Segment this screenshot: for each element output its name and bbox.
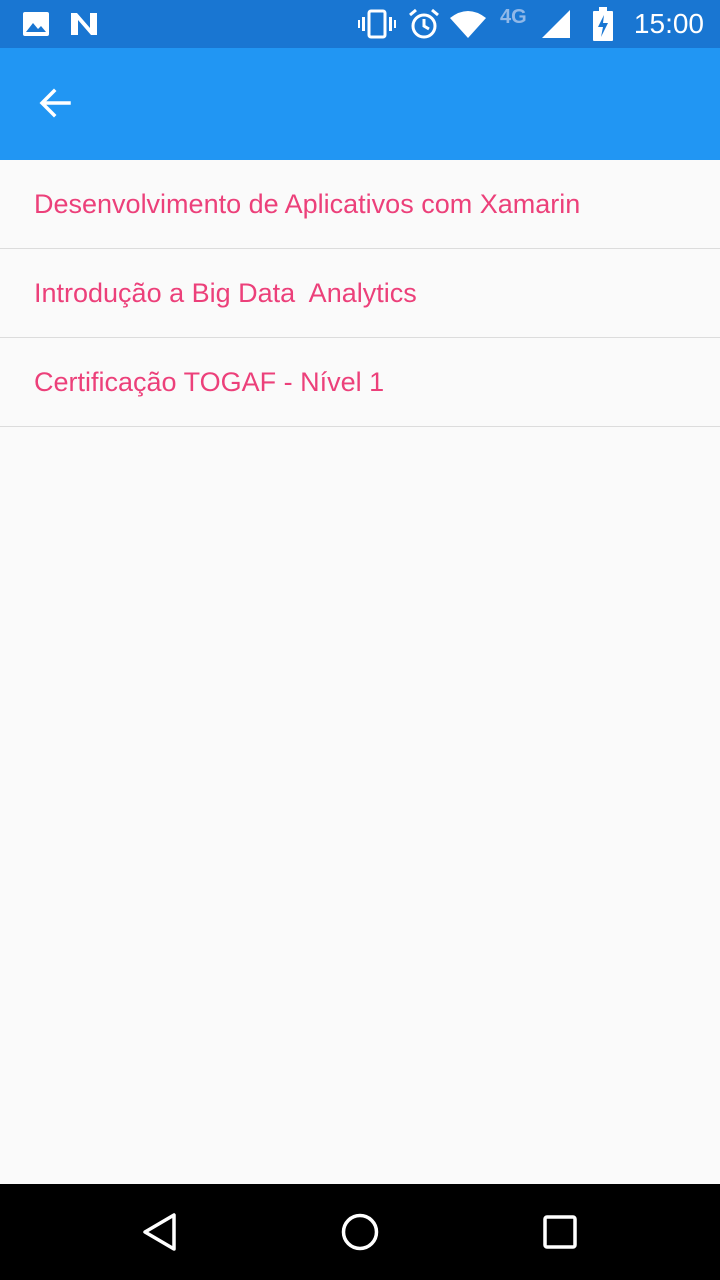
course-title: Introdução a Big Data Analytics — [34, 277, 417, 308]
course-title: Desenvolvimento de Aplicativos com Xamar… — [34, 188, 581, 219]
course-list: Desenvolvimento de Aplicativos com Xamar… — [0, 160, 720, 427]
list-item[interactable]: Introdução a Big Data Analytics — [0, 249, 720, 338]
status-bar: 4G 15:00 — [0, 0, 720, 48]
app-bar — [0, 48, 720, 160]
back-triangle-icon — [143, 1213, 176, 1251]
arrow-back-icon — [39, 88, 71, 118]
battery-charging-icon — [592, 0, 614, 48]
network-type-label: 4G — [500, 6, 527, 28]
nav-recents-button[interactable] — [512, 1184, 608, 1280]
vibrate-icon — [358, 0, 396, 48]
clock-time: 15:00 — [633, 8, 704, 39]
alarm-icon — [408, 0, 440, 48]
list-item[interactable]: Certificação TOGAF - Nível 1 — [0, 338, 720, 427]
navigation-bar — [0, 1184, 720, 1280]
back-button[interactable] — [19, 67, 91, 139]
list-item[interactable]: Desenvolvimento de Aplicativos com Xamar… — [0, 160, 720, 249]
home-circle-icon — [341, 1213, 379, 1251]
signal-icon — [540, 0, 572, 48]
nav-home-button[interactable] — [312, 1184, 408, 1280]
nav-back-button[interactable] — [112, 1184, 208, 1280]
wifi-icon — [450, 0, 486, 48]
image-icon — [22, 0, 50, 48]
recents-square-icon — [543, 1215, 577, 1249]
course-title: Certificação TOGAF - Nível 1 — [34, 366, 385, 397]
n-notification-icon — [68, 0, 100, 48]
